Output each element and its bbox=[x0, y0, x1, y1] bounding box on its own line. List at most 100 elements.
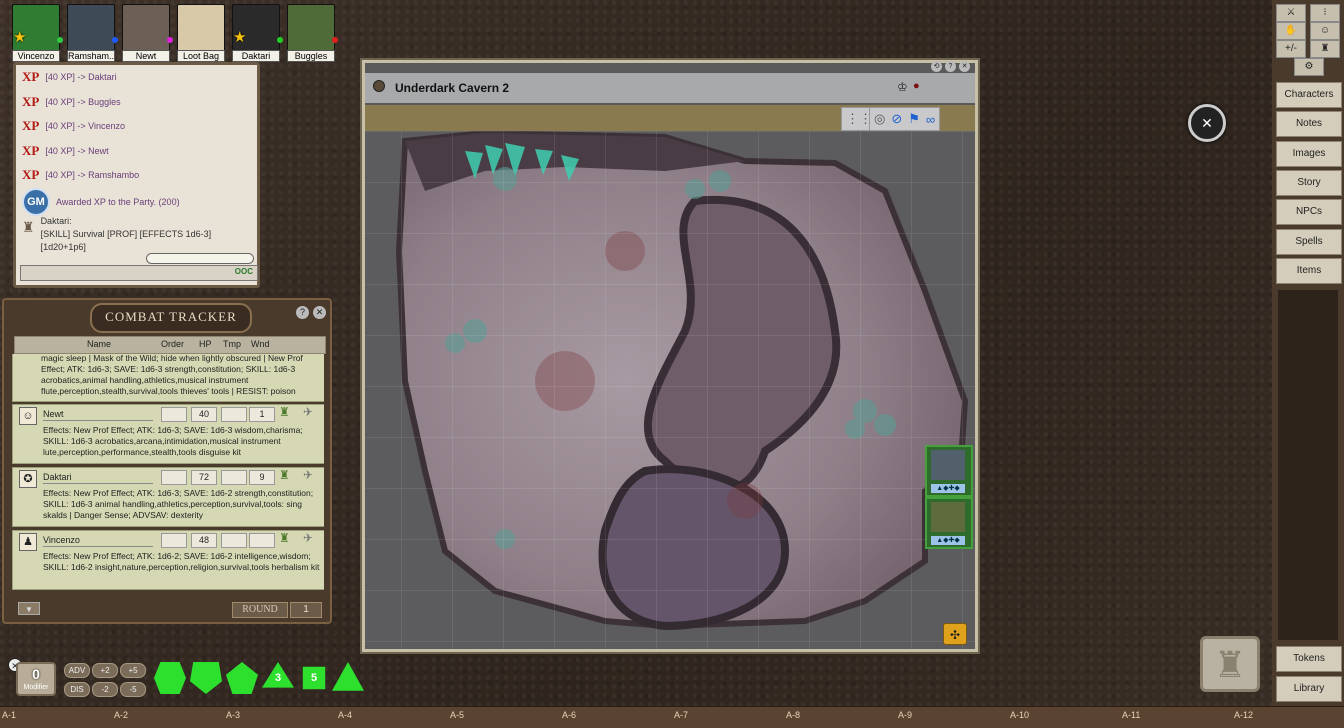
token-tool-icon[interactable]: ✣ bbox=[943, 623, 967, 645]
cavern-map-drawing bbox=[365, 131, 975, 649]
map-image[interactable]: ▲◆✚◆ ▲◆✚◆ ✣ bbox=[365, 131, 975, 649]
ct-tmp-field[interactable] bbox=[221, 533, 247, 548]
dice-tower[interactable]: ♜ bbox=[1200, 636, 1260, 692]
modifier-button[interactable]: DIS bbox=[64, 682, 90, 697]
round-value[interactable]: 1 bbox=[290, 602, 322, 618]
ct-entry[interactable]: ✪ Daktari 72 9 ♜ ✈ Effects: New Prof Effect; A… bbox=[12, 467, 324, 527]
toolbar-icon[interactable]: ⁝ bbox=[1310, 4, 1340, 22]
sidebar-button-images[interactable]: Images bbox=[1276, 140, 1342, 167]
party-portrait[interactable]: Ramsham... bbox=[67, 4, 118, 62]
token-icon[interactable]: ✪ bbox=[19, 470, 37, 488]
flag-icon[interactable]: ⚑ bbox=[908, 111, 920, 127]
chat-input[interactable]: OOC bbox=[20, 265, 258, 281]
color-dot-icon bbox=[57, 37, 63, 43]
lock-icon[interactable]: ● bbox=[913, 80, 920, 92]
targeting-icon[interactable]: ✈ bbox=[303, 406, 313, 418]
gm-chat-line: GM Awarded XP to the Party. (200) bbox=[22, 188, 180, 216]
help-icon[interactable]: ? bbox=[296, 306, 309, 319]
sidebar-button-story[interactable]: Story bbox=[1276, 169, 1342, 196]
collapse-toggle-icon[interactable]: ▼ bbox=[18, 602, 40, 615]
help-icon[interactable]: ? bbox=[945, 61, 956, 72]
modifier-button[interactable]: +5 bbox=[120, 663, 146, 678]
party-portrait[interactable]: Buggles bbox=[287, 4, 338, 62]
grid-coordinate-label: A-12 bbox=[1234, 710, 1254, 720]
no-pointer-icon[interactable]: ⊘ bbox=[891, 111, 902, 127]
party-portrait[interactable]: Loot Bag bbox=[177, 4, 225, 62]
portrait-image bbox=[67, 4, 115, 52]
ct-entry-name[interactable]: Newt bbox=[43, 409, 153, 421]
link-icon[interactable]: ⟲ bbox=[931, 61, 942, 72]
modifier-button[interactable]: -5 bbox=[120, 682, 146, 697]
toolbar-icon[interactable]: ☺ bbox=[1310, 22, 1340, 40]
targeting-icon[interactable]: ✈ bbox=[303, 532, 313, 544]
toolbar-icon[interactable]: ✋ bbox=[1276, 22, 1306, 40]
ct-wnd-field[interactable]: 1 bbox=[249, 407, 275, 422]
party-portrait[interactable]: Vincenzo ★ bbox=[12, 4, 63, 62]
modifier-button[interactable]: -2 bbox=[92, 682, 118, 697]
token-icon[interactable]: ♟ bbox=[19, 533, 37, 551]
targeting-icon[interactable]: ✈ bbox=[303, 469, 313, 481]
portrait-name: Loot Bag bbox=[177, 50, 225, 62]
ct-entry-effects: magic sleep | Mask of the Wild; hide whe… bbox=[41, 354, 303, 396]
sidebar-button-notes[interactable]: Notes bbox=[1276, 111, 1342, 138]
die-d6-icon[interactable]: 5 bbox=[302, 666, 326, 690]
mask-icon[interactable]: ∞ bbox=[926, 112, 935, 127]
sidebar-button-library[interactable]: Library bbox=[1276, 676, 1342, 702]
xp-message: [40 XP] -> Vincenzo bbox=[45, 121, 125, 131]
col-wnd: Wnd bbox=[251, 339, 270, 349]
player-view-icon[interactable]: ♔ bbox=[897, 80, 908, 94]
sidebar-button-characters[interactable]: Characters bbox=[1276, 82, 1342, 108]
close-icon[interactable]: ✕ bbox=[959, 61, 970, 72]
ct-hp-field[interactable]: 72 bbox=[191, 470, 217, 485]
round-label[interactable]: ROUND bbox=[232, 602, 288, 618]
toolbar-icon[interactable]: ⚔ bbox=[1276, 4, 1306, 22]
die-d12-icon[interactable] bbox=[190, 662, 222, 694]
toolbar-icon[interactable]: ♜ bbox=[1310, 40, 1340, 58]
ct-order-field[interactable] bbox=[161, 407, 187, 422]
map-title: Underdark Cavern 2 bbox=[395, 81, 510, 95]
chat-mode-select[interactable] bbox=[146, 253, 254, 264]
map-token-buggles[interactable]: ▲◆✚◆ bbox=[925, 497, 973, 549]
sidebar-button-tokens[interactable]: Tokens bbox=[1276, 646, 1342, 672]
modifier-value: 0 bbox=[32, 666, 40, 682]
ct-wnd-field[interactable] bbox=[249, 533, 275, 548]
die-d4-icon[interactable] bbox=[332, 662, 364, 691]
dice-tray-icon[interactable]: ✕ bbox=[1188, 104, 1226, 142]
ooc-toggle[interactable]: OOC bbox=[235, 267, 253, 276]
ct-tmp-field[interactable] bbox=[221, 470, 247, 485]
sidebar-button-items[interactable]: Items bbox=[1276, 257, 1342, 284]
token-icon[interactable]: ☺ bbox=[19, 407, 37, 425]
ct-entry[interactable]: ♟ Vincenzo 48 ♜ ✈ Effects: New Prof Effect; A… bbox=[12, 530, 324, 590]
modifier-box[interactable]: 0 Modifier bbox=[16, 662, 56, 696]
die-d20-icon[interactable] bbox=[154, 662, 186, 694]
map-token-ramshambo[interactable]: ▲◆✚◆ bbox=[925, 445, 973, 497]
die-d10-icon[interactable] bbox=[226, 662, 258, 694]
party-portrait[interactable]: Daktari ★ bbox=[232, 4, 283, 62]
modifier-button[interactable]: +2 bbox=[92, 663, 118, 678]
grid-coordinate-label: A-10 bbox=[1010, 710, 1030, 720]
col-name: Name bbox=[87, 339, 112, 349]
sidebar-button-npcs[interactable]: NPCs bbox=[1276, 199, 1342, 226]
modifier-button[interactable]: ADV bbox=[64, 663, 90, 678]
sidebar-spacer bbox=[1278, 290, 1338, 640]
ct-entry-name[interactable]: Daktari bbox=[43, 472, 153, 484]
ct-order-field[interactable] bbox=[161, 470, 187, 485]
ct-entry-row: ✪ Daktari 72 9 ♜ ✈ bbox=[13, 468, 324, 488]
sidebar-button-spells[interactable]: Spells bbox=[1276, 228, 1342, 255]
ct-entry[interactable]: ☺ Newt 40 1 ♜ ✈ Effects: New Prof Effect; ATK:… bbox=[12, 404, 324, 464]
toolbar-icon[interactable]: +/- bbox=[1276, 40, 1306, 58]
close-icon[interactable]: ✕ bbox=[313, 306, 326, 319]
target-icon[interactable]: ◎ bbox=[874, 111, 885, 127]
ct-wnd-field[interactable]: 9 bbox=[249, 470, 275, 485]
share-icon[interactable] bbox=[373, 80, 385, 92]
portrait-image bbox=[122, 4, 170, 52]
ct-hp-field[interactable]: 48 bbox=[191, 533, 217, 548]
ct-entry-name[interactable]: Vincenzo bbox=[43, 535, 153, 547]
map-tools-group: ◎ ⊘ ⚑ ∞ bbox=[869, 107, 941, 131]
party-portrait[interactable]: Newt bbox=[122, 4, 173, 62]
settings-gear-icon[interactable]: ⚙ bbox=[1294, 58, 1324, 76]
ct-tmp-field[interactable] bbox=[221, 407, 247, 422]
ct-hp-field[interactable]: 40 bbox=[191, 407, 217, 422]
die-d8-icon[interactable]: 3 bbox=[262, 662, 294, 688]
ct-order-field[interactable] bbox=[161, 533, 187, 548]
